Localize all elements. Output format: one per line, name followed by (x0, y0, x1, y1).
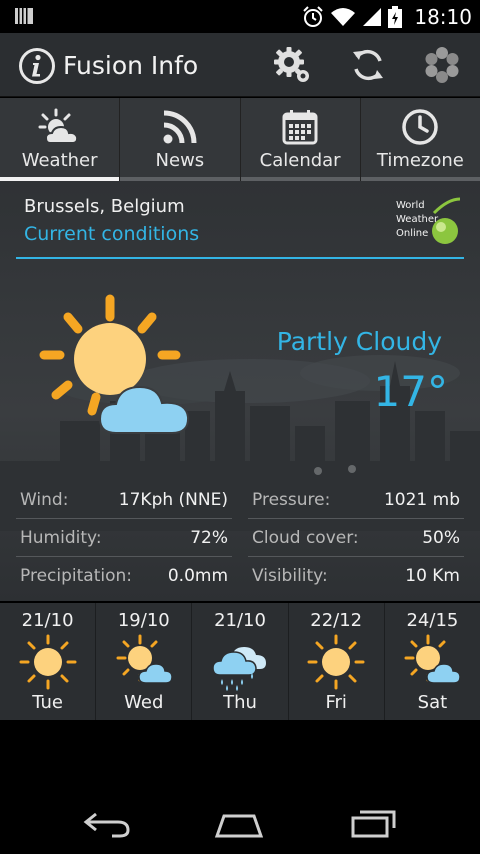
calendar-icon (282, 110, 318, 145)
detail-precipitation: Precipitation: 0.0mm (20, 565, 228, 586)
forecast-temps: 22/12 (310, 610, 363, 631)
recent-apps-icon[interactable] (348, 806, 398, 840)
location-label: Brussels, Belgium (24, 196, 185, 217)
alarm-icon (303, 5, 324, 27)
tab-news[interactable]: News (120, 98, 241, 181)
forecast-temps: 21/10 (214, 610, 266, 631)
forecast-temps: 21/10 (21, 610, 74, 631)
partly-cloudy-icon (404, 634, 462, 684)
rain-cloud-icon (212, 647, 266, 691)
detail-visibility: Visibility: 10 Km (252, 565, 460, 586)
forecast-day[interactable]: 22/12 Fri (289, 603, 385, 720)
info-icon[interactable] (18, 47, 56, 85)
system-nav-bar (0, 720, 480, 854)
detail-humidity: Humidity: 72% (20, 527, 228, 548)
current-temperature: 17° (373, 367, 448, 416)
forecast-temps: 19/10 (117, 610, 170, 631)
current-conditions-link[interactable]: Current conditions (24, 223, 199, 245)
detail-pressure: Pressure: 1021 mb (252, 489, 460, 510)
battery-icon (388, 5, 403, 28)
clock-time: 18:10 (414, 4, 472, 29)
settings-button[interactable] (272, 45, 312, 85)
more-button[interactable] (422, 45, 462, 85)
clock-icon (402, 109, 439, 145)
tab-weather[interactable]: Weather (0, 98, 121, 181)
home-icon[interactable] (214, 806, 264, 840)
detail-cloud-cover: Cloud cover: 50% (252, 527, 460, 548)
forecast-temps: 24/15 (406, 610, 459, 631)
forecast-day[interactable]: 21/10 Thu (192, 603, 289, 720)
tab-bar: Weather News Calendar Timezone (0, 98, 480, 181)
action-bar: Fusion Info (0, 33, 480, 97)
tab-calendar[interactable]: Calendar (240, 98, 361, 181)
forecast-day-name: Thu (223, 692, 257, 713)
notification-icon (15, 8, 33, 24)
refresh-icon (353, 49, 383, 81)
detail-wind: Wind: 17Kph (NNE) (20, 489, 228, 510)
wifi-icon (331, 7, 356, 26)
sun-icon (307, 634, 365, 690)
signal-icon (363, 7, 382, 26)
gear-icon (274, 47, 309, 82)
forecast-day-name: Wed (124, 692, 164, 713)
condition-description: Partly Cloudy (276, 327, 442, 356)
tab-label: News (155, 150, 205, 171)
forecast-day-name: Fri (325, 692, 347, 713)
rss-icon (163, 110, 197, 144)
partly-cloudy-icon (39, 294, 190, 434)
forecast-strip: 21/10 Tue 19/10 Wed 21/10 Thu 22/12 Fri … (0, 603, 480, 720)
status-bar: 18:10 (0, 0, 480, 33)
sun-icon (19, 634, 77, 690)
current-weather-panel: Brussels, Belgium Current conditions Wor… (0, 181, 480, 601)
tab-label: Weather (21, 150, 98, 171)
partly-cloudy-icon (116, 634, 173, 684)
tab-label: Timezone (376, 150, 464, 171)
tab-label: Calendar (259, 150, 341, 171)
app-title: Fusion Info (63, 51, 199, 80)
divider (16, 257, 464, 259)
tab-timezone[interactable]: Timezone (360, 98, 480, 181)
aperture-icon (425, 47, 459, 83)
forecast-day[interactable]: 21/10 Tue (0, 603, 97, 720)
forecast-day[interactable]: 24/15 Sat (385, 603, 480, 720)
refresh-button[interactable] (348, 45, 388, 85)
forecast-day[interactable]: 19/10 Wed (96, 603, 193, 720)
weather-icon (38, 108, 78, 144)
forecast-day-name: Tue (32, 692, 63, 713)
forecast-day-name: Sat (417, 692, 448, 713)
back-icon[interactable] (82, 806, 132, 840)
world-weather-online-logo[interactable]: World Weather Online (396, 193, 464, 249)
